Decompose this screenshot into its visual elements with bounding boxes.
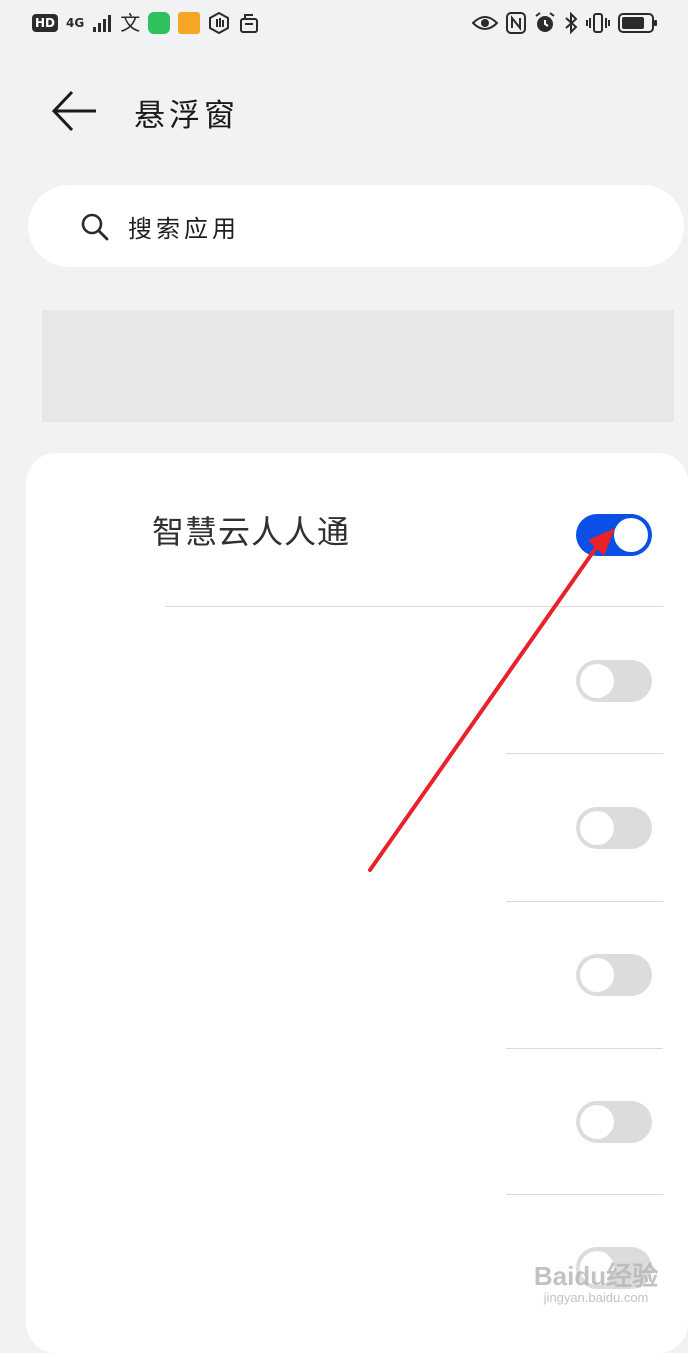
app-toggle[interactable] [576,1101,652,1143]
hand-icon [208,12,230,34]
4g-signal-icon: 4G [66,17,84,29]
watermark-logo: Baidu经验 [533,1261,659,1291]
nfc-icon [506,12,526,34]
vibrate-icon [586,12,610,34]
eye-icon [472,13,498,33]
toggle-knob [614,518,648,552]
list-item: 智慧云人人通 [26,453,688,606]
toggle-knob [580,1105,614,1139]
app-toggle[interactable] [576,954,652,996]
list-item [26,607,688,753]
watermark-url: jingyan.baidu.com [543,1290,649,1305]
alarm-icon [534,12,556,34]
network-type: 4G [66,16,85,30]
status-bar: HD 4G 文 [0,0,688,50]
search-icon [81,213,109,241]
search-input[interactable]: 搜索应用 [128,209,240,244]
app-name: 智慧云人人通 [152,513,351,551]
app-list: 智慧云人人通 [26,453,688,1353]
page-title: 悬浮窗 [134,98,239,134]
list-item [26,1049,688,1195]
back-button[interactable] [50,88,100,134]
list-item [26,902,688,1048]
list-item [26,754,688,901]
status-bar-left: HD 4G 文 [32,12,260,34]
hd-badge: HD [32,14,59,32]
chat-app-icon [148,12,171,34]
app-toggle[interactable] [576,514,652,556]
text-app-icon: 文 [120,11,141,35]
signal-bars-icon [92,13,112,33]
app-toggle[interactable] [576,807,652,849]
status-bar-right [472,12,658,34]
banner-placeholder [42,310,674,422]
shopping-app-icon [178,12,201,34]
header: 悬浮窗 [0,60,688,170]
back-arrow-icon [51,90,96,132]
toggle-knob [580,811,614,845]
bluetooth-icon [564,12,578,34]
toggle-knob [580,664,614,698]
battery-icon [618,12,658,34]
watermark: Baidu经验 jingyan.baidu.com [526,1262,666,1322]
briefcase-icon [238,12,260,34]
toggle-knob [580,958,614,992]
search-bar[interactable]: 搜索应用 [28,185,684,267]
app-toggle[interactable] [576,660,652,702]
